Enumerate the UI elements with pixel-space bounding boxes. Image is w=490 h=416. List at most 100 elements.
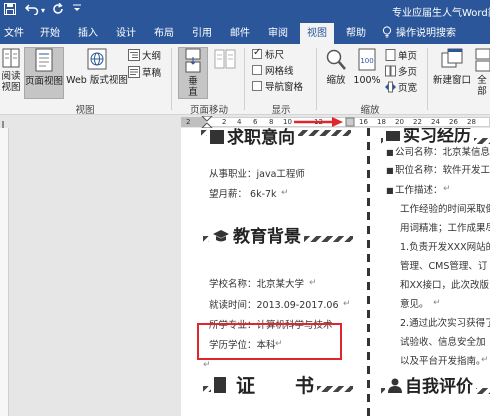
nav-pane-check-box[interactable] [252, 81, 262, 91]
svg-text:100: 100 [360, 57, 373, 65]
group-label-views: 视图 [75, 105, 95, 116]
description-line: 以及平台开发指南。 [400, 356, 486, 367]
expected-salary-text: 望月薪： 6k-7k [209, 189, 277, 200]
read-mode-button[interactable]: 阅读 视图 [0, 47, 22, 93]
draft-button[interactable]: 草稿 [128, 66, 161, 80]
paragraph-mark: ↵ [433, 298, 441, 308]
zoom-100-icon: 100 [358, 48, 376, 71]
customize-arrow-icon[interactable] [72, 3, 82, 19]
web-layout-button[interactable]: Web 版式视图 [66, 47, 128, 86]
group-label-zoom: 缩放 [360, 105, 380, 116]
description-line: 工作经验的时间采取倒 [400, 204, 490, 215]
nav-pane-label: 导航窗格 [265, 82, 304, 93]
tab-references[interactable]: 引用 [186, 23, 218, 44]
heading-certificates: 证书 [211, 374, 318, 398]
multiple-pages-button[interactable]: 多页 [385, 65, 417, 79]
document-page[interactable]: 求职意向 从事职业：java工程师 望月薪： 6k-7k ↵ 教育背景 学校名称… [181, 128, 490, 416]
ruler-checkbox[interactable]: 标尺 [252, 47, 285, 62]
redo-icon[interactable] [52, 2, 64, 19]
zoom-label: 缩放 [326, 75, 346, 86]
print-layout-button[interactable]: 页面视图 [24, 47, 64, 99]
tab-help[interactable]: 帮助 [340, 23, 372, 44]
red-arrow-icon [294, 117, 343, 127]
zoom-button[interactable]: 缩放 [322, 47, 350, 86]
tab-file[interactable]: 文件 [0, 23, 28, 44]
group-separator [316, 48, 317, 110]
draft-icon [128, 66, 140, 78]
ruler-number: 8 [269, 118, 274, 126]
group-separator [427, 48, 428, 110]
internship-icon [386, 131, 400, 141]
vertical-ruler[interactable] [0, 128, 9, 416]
group-label-page-movement: 页面移动 [189, 105, 228, 116]
tab-insert[interactable]: 插入 [72, 23, 104, 44]
one-page-button[interactable]: 单页 [385, 49, 417, 63]
group-separator [244, 48, 245, 110]
one-page-icon [385, 49, 396, 61]
magnifier-icon [326, 49, 346, 70]
tab-mailings[interactable]: 邮件 [224, 23, 256, 44]
company-text: 公司名称：北京某信息 [395, 147, 490, 158]
new-window-button[interactable]: 新建窗口 [431, 47, 473, 86]
arrange-all-icon [475, 48, 490, 72]
gridlines-check-box[interactable] [252, 65, 262, 75]
paragraph-mark: ↵ [443, 184, 451, 194]
ruler-label: 标尺 [265, 50, 285, 61]
ruler-number: 28 [467, 118, 476, 126]
graduation-cap-icon [213, 230, 229, 242]
ruler-number: 24 [431, 118, 440, 126]
study-period-text: 就读时间：2013.09-2017.06 [209, 300, 339, 311]
multiple-pages-label: 多页 [398, 67, 418, 78]
outline-button[interactable]: 大纲 [128, 49, 161, 63]
description-line: 2.通过此次实习获得了 [400, 318, 490, 329]
column-marker-icon[interactable] [345, 117, 355, 127]
group-label-show: 显示 [271, 105, 291, 116]
horizontal-ruler[interactable]: 2 2 4 6 8 10 12 16 18 20 22 24 26 28 [0, 116, 490, 130]
red-highlight-box [197, 323, 342, 360]
tab-design[interactable]: 设计 [110, 23, 142, 44]
side-to-side-button[interactable] [212, 47, 238, 75]
job-position-text: 从事职业：java工程师 [209, 169, 305, 180]
print-layout-icon [35, 48, 53, 72]
read-mode-label-2: 视图 [1, 82, 21, 93]
ribbon-tabs: 文件 开始 插入 设计 布局 引用 邮件 审阅 视图 帮助 操作说明搜索 [0, 23, 490, 44]
ruler-number: 6 [253, 118, 258, 126]
print-layout-label: 页面视图 [25, 76, 64, 87]
vertical-button[interactable]: 垂 直 [178, 47, 208, 99]
outline-icon [128, 49, 140, 61]
tab-selector[interactable] [0, 116, 20, 130]
web-layout-icon [87, 48, 107, 70]
vertical-label-2: 直 [188, 87, 198, 98]
description-line: 试验收、信息安全加 [400, 337, 486, 348]
indent-marker-icon[interactable] [201, 116, 213, 128]
description-line: 管理、CMS管理、订 [400, 261, 488, 272]
arrange-all-button[interactable]: 全部 [474, 47, 490, 97]
arrange-all-label: 全部 [477, 75, 487, 97]
school-name-text: 学校名称：北京某大学 [209, 279, 305, 290]
tab-view[interactable]: 视图 [300, 23, 334, 44]
ruler-number: 4 [237, 118, 242, 126]
heading-education: 教育背景 [209, 226, 304, 248]
gridlines-checkbox[interactable]: 网格线 [252, 65, 294, 78]
tab-home[interactable]: 开始 [34, 23, 66, 44]
page-width-icon [385, 81, 396, 93]
tab-review[interactable]: 审阅 [262, 23, 294, 44]
ruler-check-box[interactable] [252, 47, 262, 59]
tab-layout[interactable]: 布局 [148, 23, 180, 44]
paragraph-mark: ↵ [343, 299, 351, 309]
undo-icon[interactable] [24, 3, 39, 19]
ruler-number: 18 [377, 118, 386, 126]
one-page-label: 单页 [398, 51, 418, 62]
nav-pane-checkbox[interactable]: 导航窗格 [252, 81, 303, 94]
side-to-side-icon [214, 49, 236, 69]
undo-dropdown-icon[interactable]: ▾ [41, 3, 45, 19]
zoom-100-label: 100% [353, 75, 381, 86]
page-width-button[interactable]: 页宽 [385, 81, 417, 95]
tell-me-search[interactable]: 操作说明搜索 [382, 23, 490, 44]
web-layout-label: Web 版式视图 [66, 75, 128, 86]
save-icon[interactable] [4, 3, 16, 19]
person-icon [388, 378, 402, 393]
zoom-100-button[interactable]: 100 100% [352, 47, 382, 86]
ruler-number: 16 [359, 118, 368, 126]
document-area[interactable]: 求职意向 从事职业：java工程师 望月薪： 6k-7k ↵ 教育背景 学校名称… [0, 128, 490, 416]
